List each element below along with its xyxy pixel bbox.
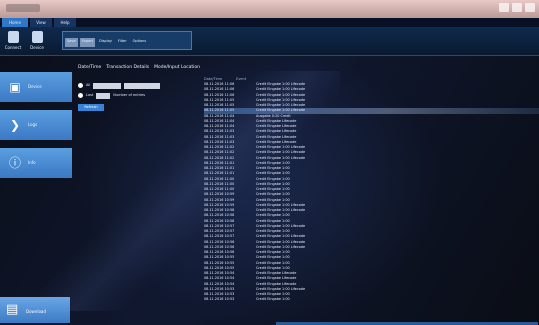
filter-entries-label: Number of entries: [113, 93, 146, 98]
list-item[interactable]: 08.11.2016 10:53 Credit Eingabe 1:00: [204, 297, 539, 302]
connect-button[interactable]: Connect: [4, 30, 22, 52]
maximize-button[interactable]: [512, 3, 522, 12]
refresh-button[interactable]: Refresh: [78, 103, 104, 111]
minimize-button[interactable]: [499, 3, 509, 12]
arrow-icon: ❯: [9, 118, 21, 132]
filter-row-last: Last Number of entries: [78, 92, 160, 99]
save-chip[interactable]: Save: [65, 38, 78, 47]
header-mode: Mode/Input Location: [154, 65, 200, 70]
connect-label: Connect: [4, 45, 22, 50]
tab-bar: Home View Help: [0, 18, 539, 27]
sidebar-item-device[interactable]: ▣ Device: [0, 72, 72, 102]
date-from-input[interactable]: [93, 82, 122, 89]
event-list: Date/Time Event 08.11.2016 11:06 Credit E…: [204, 75, 539, 303]
download-label: Download: [26, 309, 46, 314]
list-header: Date/Time Event: [204, 75, 539, 82]
title-bar: [0, 0, 539, 18]
device-label: Device: [30, 45, 44, 50]
device-icon: [31, 31, 43, 43]
ribbon: Connect Device Save Export Display Filte…: [0, 27, 539, 56]
close-button[interactable]: [525, 3, 535, 12]
row-datetime: 08.11.2016 10:53: [204, 297, 235, 302]
filter-row-all: All: [78, 82, 161, 89]
export-chip[interactable]: Export: [79, 38, 96, 47]
sidebar-item-label: Device: [28, 84, 42, 89]
sidebar-item-label: Info: [28, 160, 36, 165]
device-icon: ▣: [9, 80, 21, 94]
header-transaction: Transaction Details: [106, 65, 150, 70]
sidebar: ▣ Device ❯ Logs ⓘ Info: [0, 72, 72, 186]
date-to-input[interactable]: [124, 82, 161, 89]
main-area: ▣ Device ❯ Logs ⓘ Info ▤ Download Date/T…: [0, 56, 539, 325]
filter-last-label: Last: [86, 93, 94, 98]
filter-panel: All Last Number of entries Refresh: [78, 82, 161, 111]
download-button[interactable]: ▤ Download: [0, 297, 70, 323]
filter-all-label: All: [86, 83, 91, 87]
ribbon-group: Save Export Display Filter Options: [62, 31, 192, 50]
radio-all[interactable]: [78, 83, 83, 89]
entries-input[interactable]: [96, 92, 111, 99]
device-button[interactable]: Device: [28, 30, 46, 52]
header-datetime: Date/Time: [78, 65, 102, 70]
tab-help[interactable]: Help: [54, 18, 76, 27]
info-icon: ⓘ: [8, 156, 21, 170]
filter-chip[interactable]: Filter: [116, 38, 129, 47]
sidebar-item-logs[interactable]: ❯ Logs: [0, 110, 72, 140]
options-chip[interactable]: Options: [131, 38, 149, 47]
download-icon: ▤: [6, 302, 19, 317]
display-chip[interactable]: Display: [97, 38, 114, 47]
column-event[interactable]: Event: [236, 77, 246, 81]
column-datetime[interactable]: Date/Time: [204, 77, 222, 81]
content-header: Date/Time Transaction Details Mode/Input…: [78, 65, 200, 70]
list-rows: 08.11.2016 11:06 Credit Eingabe 1:00 Life…: [204, 82, 539, 303]
radio-last[interactable]: [78, 93, 83, 99]
sidebar-item-info[interactable]: ⓘ Info: [0, 148, 72, 178]
tab-view[interactable]: View: [30, 18, 52, 27]
row-event: Credit Eingabe 1:00: [256, 297, 290, 302]
app-title: [6, 4, 40, 12]
refresh-icon: [7, 31, 19, 43]
window-controls: [499, 3, 535, 12]
sidebar-item-label: Logs: [28, 122, 38, 127]
tab-home[interactable]: Home: [2, 18, 28, 27]
